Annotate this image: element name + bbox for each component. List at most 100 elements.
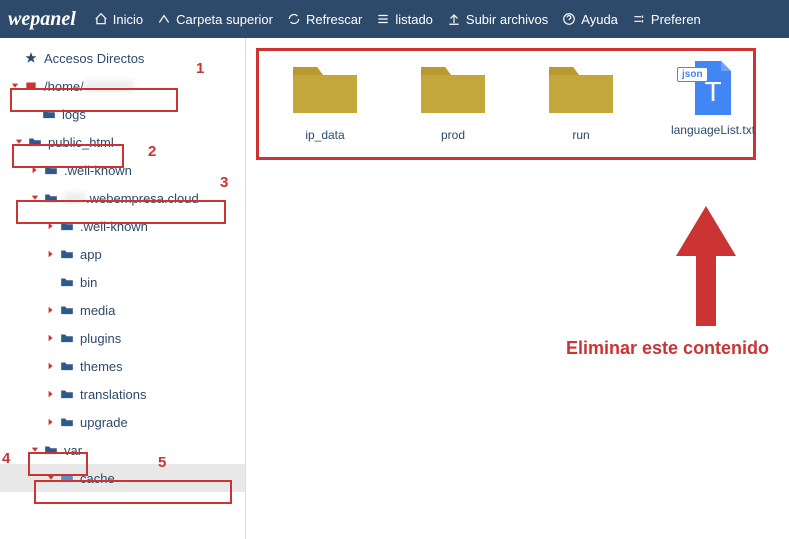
upload-icon (447, 12, 461, 26)
refresh-icon (287, 12, 301, 26)
nav-refrescar[interactable]: Refrescar (287, 12, 362, 27)
tree-label: app (80, 247, 102, 262)
tree-label: plugins (80, 331, 121, 346)
file-label: languageList.txt (671, 123, 755, 137)
folder-icon (59, 218, 75, 234)
nav-subir-label: Subir archivos (466, 12, 548, 27)
tree-themes[interactable]: themes (0, 352, 245, 380)
folder-icon (43, 162, 59, 178)
nav-ayuda[interactable]: Ayuda (562, 12, 618, 27)
tree-label: public_html (48, 135, 114, 150)
toggle-icon[interactable] (46, 361, 56, 371)
file-label: ip_data (305, 128, 344, 142)
folder-icon (289, 59, 361, 122)
folder-icon (545, 59, 617, 122)
settings-icon (632, 12, 646, 26)
tree-accesos-directos[interactable]: Accesos Directos (0, 44, 245, 72)
folder-icon (59, 386, 75, 402)
folder-ip-data[interactable]: ip_data (289, 59, 361, 142)
file-label: prod (441, 128, 465, 142)
annotation-1: 1 (196, 60, 204, 77)
redacted-text (64, 192, 86, 204)
file-icon: json T (689, 59, 737, 117)
nav-preferencias[interactable]: Preferen (632, 12, 701, 27)
tree-webempresa[interactable]: .webempresa.cloud (0, 184, 245, 212)
nav-listado-label: listado (395, 12, 433, 27)
toggle-icon[interactable] (46, 333, 56, 343)
file-label: run (572, 128, 589, 142)
toggle-icon[interactable] (30, 193, 40, 203)
redacted-text (84, 80, 134, 92)
annotation-delete-text: Eliminar este contenido (566, 338, 769, 359)
tree-bin[interactable]: bin (0, 268, 245, 296)
folder-icon (417, 59, 489, 122)
folder-icon (27, 134, 43, 150)
tree-media[interactable]: media (0, 296, 245, 324)
toggle-icon[interactable] (14, 137, 24, 147)
file-pane: ip_data prod run json T languageList.txt (246, 38, 789, 539)
tree-label: Accesos Directos (44, 51, 144, 66)
tree-translations[interactable]: translations (0, 380, 245, 408)
json-badge: json (677, 67, 708, 82)
disk-icon (23, 78, 39, 94)
folder-icon (59, 302, 75, 318)
tree-label: bin (80, 275, 97, 290)
nav-carpeta-superior[interactable]: Carpeta superior (157, 12, 273, 27)
annotation-content-box: ip_data prod run json T languageList.txt (256, 48, 756, 160)
tree-upgrade[interactable]: upgrade (0, 408, 245, 436)
main-layout: Accesos Directos /home/ logs public_html… (0, 38, 789, 539)
tree-label: /home/ (44, 79, 84, 94)
logo: wepanel (8, 8, 76, 31)
nav-listado[interactable]: listado (376, 12, 433, 27)
nav-carpeta-label: Carpeta superior (176, 12, 273, 27)
folder-icon (59, 358, 75, 374)
toggle-icon[interactable] (46, 473, 56, 483)
folder-prod[interactable]: prod (417, 59, 489, 142)
tree-label: translations (80, 387, 146, 402)
home-icon (94, 12, 108, 26)
toggle-icon[interactable] (10, 81, 20, 91)
toggle-icon[interactable] (46, 249, 56, 259)
tree-well-known-2[interactable]: .well-known (0, 212, 245, 240)
tree-var[interactable]: var (0, 436, 245, 464)
folder-run[interactable]: run (545, 59, 617, 142)
nav-subir[interactable]: Subir archivos (447, 12, 548, 27)
tree-home[interactable]: /home/ (0, 72, 245, 100)
nav-inicio-label: Inicio (113, 12, 143, 27)
tree-plugins[interactable]: plugins (0, 324, 245, 352)
folder-icon (59, 414, 75, 430)
toggle-icon[interactable] (30, 165, 40, 175)
tree-public-html[interactable]: public_html (0, 128, 245, 156)
file-language-list[interactable]: json T languageList.txt (673, 59, 753, 142)
nav-prefer-label: Preferen (651, 12, 701, 27)
tree-label: var (64, 443, 82, 458)
tree-label: media (80, 303, 115, 318)
annotation-arrow (666, 206, 746, 326)
tree-label: .well-known (64, 163, 132, 178)
folder-icon (59, 274, 75, 290)
annotation-2: 2 (148, 143, 156, 160)
file-grid: ip_data prod run json T languageList.txt (259, 51, 753, 150)
folder-icon (43, 190, 59, 206)
folder-icon (59, 330, 75, 346)
tree-label: cache (80, 471, 115, 486)
folder-icon (41, 106, 57, 122)
tree-well-known-1[interactable]: .well-known (0, 156, 245, 184)
tree-app[interactable]: app (0, 240, 245, 268)
tree-label: logs (62, 107, 86, 122)
folder-tree: Accesos Directos /home/ logs public_html… (0, 38, 246, 539)
tree-label: .webempresa.cloud (86, 191, 199, 206)
toggle-icon[interactable] (46, 389, 56, 399)
toggle-icon[interactable] (46, 305, 56, 315)
nav-inicio[interactable]: Inicio (94, 12, 143, 27)
nav-ayuda-label: Ayuda (581, 12, 618, 27)
tree-label: .well-known (80, 219, 148, 234)
toggle-icon[interactable] (30, 445, 40, 455)
list-icon (376, 12, 390, 26)
toggle-icon[interactable] (46, 221, 56, 231)
toggle-icon[interactable] (46, 417, 56, 427)
tree-cache[interactable]: cache (0, 464, 245, 492)
tree-label: themes (80, 359, 123, 374)
folder-icon (43, 442, 59, 458)
tree-logs[interactable]: logs (0, 100, 245, 128)
